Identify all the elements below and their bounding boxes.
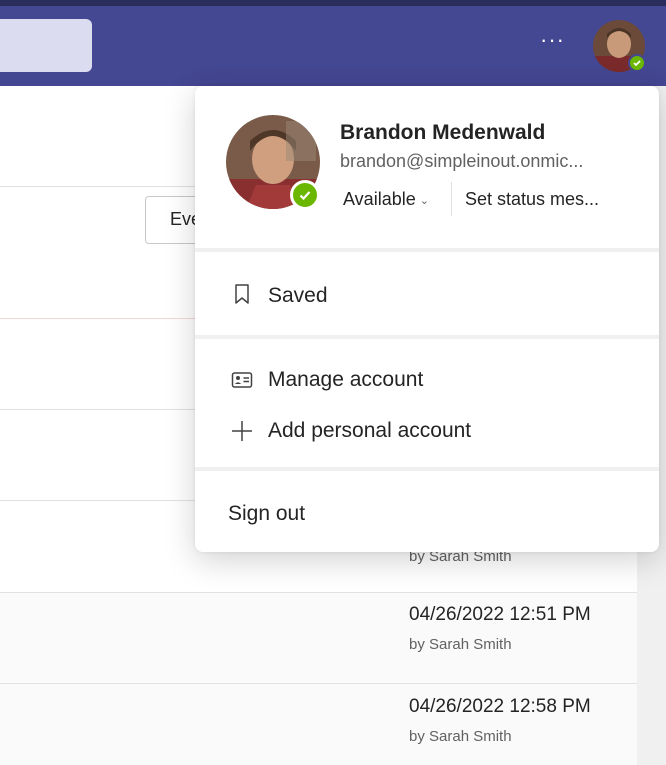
- status-dropdown[interactable]: Available ⌄: [343, 189, 429, 210]
- window-edge: [0, 0, 666, 6]
- row-timestamp: 04/26/2022 12:58 PM by Sarah Smith: [409, 696, 591, 745]
- chevron-down-icon: ⌄: [419, 194, 429, 207]
- app-header: ···: [0, 0, 666, 86]
- add-icon: [230, 419, 254, 443]
- row-author: by Sarah Smith: [409, 728, 512, 745]
- manage-account-label: Manage account: [268, 368, 424, 391]
- manage-account-menu-item[interactable]: Manage account: [195, 355, 659, 406]
- row-date: 04/26/2022 12:58 PM: [409, 696, 591, 717]
- saved-menu-item[interactable]: Saved: [195, 260, 659, 327]
- bookmark-icon: [230, 282, 254, 306]
- row-timestamp: 04/26/2022 12:51 PM by Sarah Smith: [409, 604, 591, 653]
- profile-menu: Brandon Medenwald brandon@simpleinout.on…: [195, 86, 659, 552]
- profile-card: Brandon Medenwald brandon@simpleinout.on…: [195, 86, 659, 248]
- add-personal-account-label: Add personal account: [268, 419, 472, 442]
- user-email: brandon@simpleinout.onmic...: [340, 151, 584, 171]
- sign-out-label: Sign out: [228, 502, 306, 525]
- contact-card-icon: [230, 368, 254, 392]
- user-name: Brandon Medenwald: [340, 121, 546, 144]
- row-author: by Sarah Smith: [409, 636, 512, 653]
- add-personal-account-menu-item[interactable]: Add personal account: [195, 406, 659, 457]
- set-status-message-button[interactable]: Set status mes...: [465, 189, 599, 210]
- search-box[interactable]: [0, 19, 92, 72]
- status-label: Available: [343, 189, 416, 209]
- more-options-icon[interactable]: ···: [540, 29, 565, 51]
- presence-available-icon: [628, 54, 646, 72]
- divider: [451, 182, 452, 216]
- sign-out-button[interactable]: Sign out: [195, 489, 659, 540]
- presence-available-icon: [290, 180, 320, 210]
- saved-label: Saved: [268, 284, 328, 307]
- row-date: 04/26/2022 12:51 PM: [409, 604, 591, 625]
